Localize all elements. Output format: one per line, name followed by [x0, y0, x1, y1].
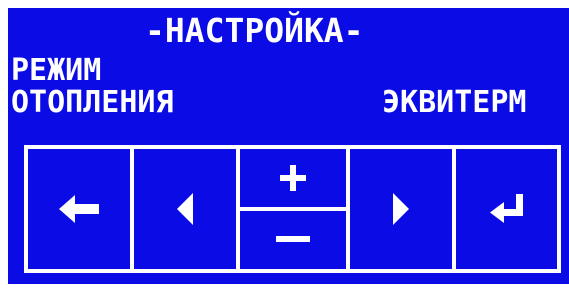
enter-return-icon	[489, 194, 524, 224]
previous-button[interactable]	[134, 149, 240, 269]
setting-value: ЭКВИТЕРМ	[382, 85, 527, 120]
increase-button[interactable]	[240, 149, 346, 211]
next-button[interactable]	[350, 149, 456, 269]
lcd-screen: -НАСТРОЙКА- РЕЖИМ ОТОПЛЕНИЯ ЭКВИТЕРМ	[8, 8, 569, 284]
plus-minus-key	[240, 149, 350, 269]
setting-label-line2: ОТОПЛЕНИЯ	[11, 85, 174, 120]
page-title: -НАСТРОЙКА-	[145, 11, 364, 50]
enter-button[interactable]	[456, 149, 557, 269]
minus-icon	[276, 236, 310, 244]
arrow-left-icon	[59, 195, 99, 223]
back-button[interactable]	[28, 149, 134, 269]
triangle-right-icon	[393, 193, 409, 225]
plus-icon	[280, 165, 306, 191]
keypad	[24, 145, 561, 273]
setting-label-line1: РЕЖИМ	[11, 53, 102, 88]
decrease-button[interactable]	[240, 211, 346, 269]
triangle-left-icon	[177, 193, 193, 225]
